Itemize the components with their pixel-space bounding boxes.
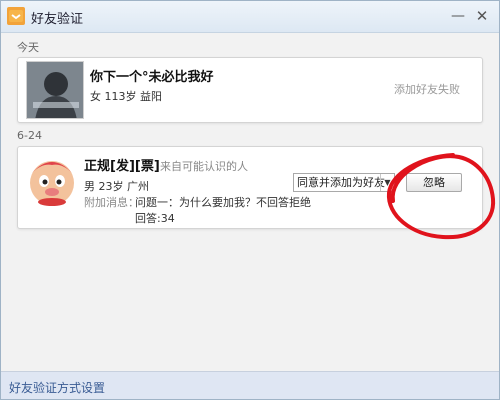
section-label-today: 今天 [17, 41, 39, 54]
request-status: 添加好友失败 [394, 83, 460, 96]
avatar[interactable] [26, 61, 84, 119]
window-title: 好友验证 [31, 12, 84, 27]
title-bar[interactable]: 好友验证 — ✕ [1, 1, 499, 33]
app-logo-icon [7, 7, 25, 25]
verify-question: 问题一：为什么要加我？不回答拒绝 [135, 196, 311, 209]
verify-request-card: 正规[发][票] 来自可能认识的人 男 23岁 广州 附加消息： 问题一：为什么… [17, 146, 483, 229]
avatar[interactable] [26, 155, 78, 207]
close-button[interactable]: ✕ [471, 5, 493, 27]
request-source: 来自可能认识的人 [160, 160, 248, 173]
requester-info: 男 23岁 广州 [84, 180, 149, 193]
section-label-date: 6-24 [17, 129, 42, 142]
requester-nickname: 正规[发][票] [84, 159, 160, 174]
attach-message-label: 附加消息： [84, 196, 139, 209]
chevron-down-icon[interactable]: ▼ [380, 174, 394, 191]
requester-nickname: 你下一个°未必比我好 [90, 70, 214, 85]
footer-bar: 好友验证方式设置 [1, 371, 499, 399]
ignore-button[interactable]: 忽略 [406, 173, 462, 192]
accept-action-select[interactable]: 同意并添加为好友 ▼ [293, 173, 395, 192]
friend-verify-window: 好友验证 — ✕ 今天 你下一个°未必比我好 女 113岁 益阳 添加好友失败 … [0, 0, 500, 400]
verify-request-card: 你下一个°未必比我好 女 113岁 益阳 添加好友失败 [17, 57, 483, 123]
verify-answer: 回答:34 [135, 212, 175, 225]
verify-settings-link[interactable]: 好友验证方式设置 [9, 379, 105, 396]
requester-info: 女 113岁 益阳 [90, 90, 162, 103]
minimize-button[interactable]: — [447, 5, 469, 27]
accept-action-value: 同意并添加为好友 [297, 176, 385, 189]
